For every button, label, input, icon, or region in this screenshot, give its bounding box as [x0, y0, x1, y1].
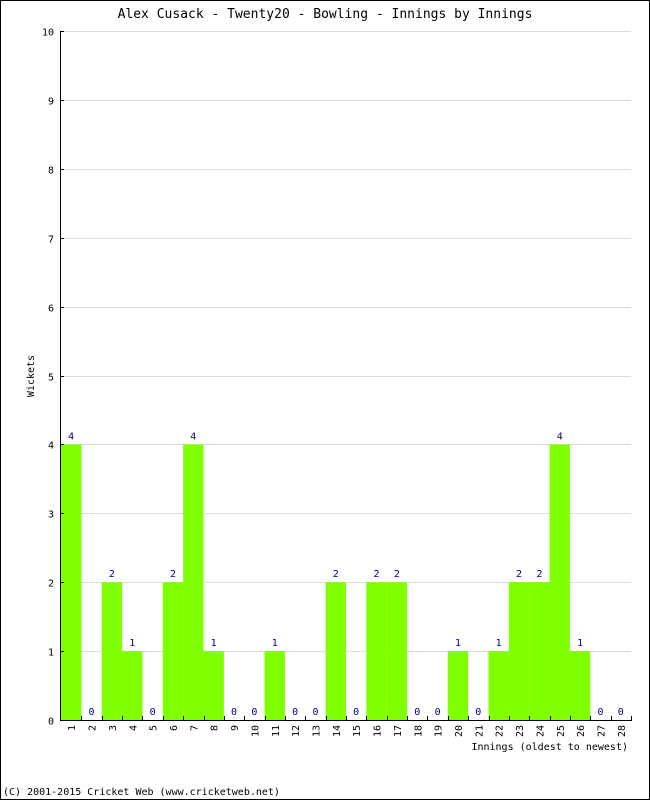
- x-tick-label: 25: [556, 725, 567, 737]
- data-label: 0: [231, 707, 237, 718]
- data-label: 0: [435, 707, 441, 718]
- data-label: 2: [516, 569, 522, 580]
- x-tick-label: 12: [291, 725, 302, 737]
- x-tick-label: 1: [67, 725, 78, 731]
- y-tick-label: 1: [48, 648, 54, 659]
- x-tick-label: 21: [474, 725, 485, 737]
- x-tick-label: 23: [515, 725, 526, 737]
- data-label: 2: [394, 569, 400, 580]
- bar: [386, 582, 408, 720]
- x-tick-label: 28: [617, 725, 628, 737]
- data-label: 4: [190, 431, 196, 442]
- chart-title: Alex Cusack - Twenty20 - Bowling - Innin…: [118, 7, 533, 22]
- bar: [366, 582, 387, 720]
- bar: [101, 582, 123, 720]
- x-tick-label: 18: [413, 725, 424, 737]
- data-label: 0: [251, 707, 257, 718]
- bars: 4 0 2 1 0 2 4 1 0 0 1 0 0 2 0 2 2 0 0 1 0 1 2 2 4 1 0 0: [61, 431, 624, 720]
- data-label: 1: [211, 638, 217, 649]
- x-tick-label: 14: [332, 725, 343, 737]
- bar: [264, 651, 285, 720]
- data-label: 1: [496, 638, 502, 649]
- data-label: 2: [374, 569, 380, 580]
- data-label: 1: [455, 638, 461, 649]
- data-label: 0: [312, 707, 318, 718]
- data-label: 2: [170, 569, 176, 580]
- y-tick-label: 0: [48, 717, 54, 728]
- x-axis-label: Innings (oldest to newest): [471, 742, 628, 753]
- x-tick-label: 16: [373, 725, 384, 737]
- copyright-footer: (C) 2001-2015 Cricket Web (www.cricketwe…: [3, 787, 280, 798]
- data-label: 2: [333, 569, 339, 580]
- x-tick-label: 5: [149, 725, 160, 731]
- bar: [122, 651, 143, 720]
- data-label: 0: [475, 707, 481, 718]
- data-label: 2: [109, 569, 115, 580]
- bar: [183, 444, 204, 720]
- bar: [508, 582, 530, 720]
- y-tick-label: 2: [48, 579, 54, 590]
- x-tick-label: 27: [596, 725, 607, 737]
- data-label: 0: [618, 707, 624, 718]
- bar: [325, 582, 346, 720]
- gridlines: [61, 31, 631, 652]
- data-label: 4: [557, 431, 563, 442]
- y-tick-label: 6: [48, 304, 54, 315]
- data-label: 1: [129, 638, 135, 649]
- bar: [488, 651, 509, 720]
- x-tick-label: 24: [535, 725, 546, 737]
- x-tick-label: 15: [352, 725, 363, 737]
- y-axis-label: Wickets: [26, 355, 37, 397]
- bar: [203, 651, 224, 720]
- bar: [549, 444, 570, 720]
- bar: [569, 651, 591, 720]
- x-tick-label: 13: [311, 725, 322, 737]
- y-tick-label: 4: [48, 441, 54, 452]
- data-label: 1: [577, 638, 583, 649]
- bar: [447, 651, 469, 720]
- x-tick-label: 8: [210, 725, 221, 731]
- bar: [162, 582, 184, 720]
- y-tick-label: 7: [48, 235, 54, 246]
- y-tick-label: 9: [48, 97, 54, 108]
- bar-chart: Alex Cusack - Twenty20 - Bowling - Innin…: [3, 7, 632, 798]
- data-label: 0: [414, 707, 420, 718]
- data-label: 0: [292, 707, 298, 718]
- data-label: 0: [89, 707, 95, 718]
- data-label: 0: [150, 707, 156, 718]
- data-label: 0: [353, 707, 359, 718]
- x-tick-label: 9: [230, 725, 241, 731]
- data-label: 2: [536, 569, 542, 580]
- x-tick-label: 26: [576, 725, 587, 737]
- y-tick-label: 5: [48, 373, 54, 384]
- x-tick-label: 3: [108, 725, 119, 731]
- x-tick-label: 11: [271, 725, 282, 737]
- x-tick-label: 2: [88, 725, 99, 731]
- x-tick-label: 4: [128, 725, 139, 731]
- x-tick-label: 6: [169, 725, 180, 731]
- x-tick-label: 20: [454, 725, 465, 737]
- y-tick-label: 3: [48, 510, 54, 521]
- x-tick-label: 17: [393, 725, 404, 737]
- data-label: 0: [597, 707, 603, 718]
- bar: [61, 444, 82, 720]
- data-label: 1: [272, 638, 278, 649]
- x-tick-label: 7: [189, 725, 200, 731]
- data-label: 4: [68, 431, 74, 442]
- x-tick-label: 19: [434, 725, 445, 737]
- x-tick-label: 22: [495, 725, 506, 737]
- y-tick-label: 10: [42, 28, 54, 39]
- x-tick-label: 10: [250, 725, 261, 737]
- y-tick-label: 8: [48, 166, 54, 177]
- bar: [529, 582, 550, 720]
